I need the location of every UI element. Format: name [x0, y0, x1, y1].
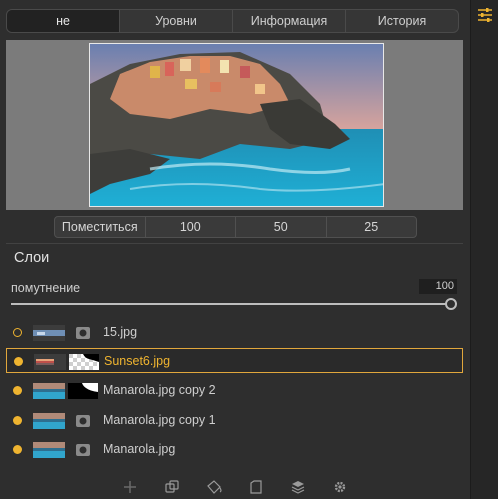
new-page-icon[interactable]: [245, 476, 267, 498]
layer-thumbnail: [33, 442, 65, 458]
layer-row[interactable]: Manarola.jpg: [6, 437, 463, 462]
settings-gear-icon[interactable]: [329, 476, 351, 498]
layers-toolbar: [6, 474, 463, 499]
layer-visibility-toggle[interactable]: [13, 328, 22, 337]
layers-stack-icon[interactable]: [287, 476, 309, 498]
adjustments-sliders-icon[interactable]: [477, 7, 493, 23]
zoom-fit-button[interactable]: Поместиться: [55, 217, 145, 237]
layer-transparency-mask: [69, 354, 99, 370]
opacity-label: помутнение: [11, 281, 81, 295]
layer-name: Sunset6.jpg: [104, 354, 171, 368]
layer-thumbnail: [34, 354, 66, 370]
opacity-value-field[interactable]: 100: [419, 279, 457, 294]
tab-navigator[interactable]: не: [7, 10, 119, 32]
right-toolbar: [470, 0, 498, 499]
opacity-slider-track[interactable]: [11, 303, 448, 305]
zoom-level-selector: Поместиться 100 50 25: [54, 216, 417, 238]
zoom-25-button[interactable]: 25: [325, 217, 417, 237]
layer-thumbnail: [33, 325, 65, 341]
layer-row[interactable]: Manarola.jpg copy 2: [6, 378, 463, 403]
layer-mask-icon: [68, 325, 98, 341]
layer-name: Manarola.jpg copy 1: [103, 413, 216, 427]
fill-icon[interactable]: [203, 476, 225, 498]
layer-name: Manarola.jpg copy 2: [103, 383, 216, 397]
duplicate-layer-icon[interactable]: [161, 476, 183, 498]
section-divider: [6, 243, 463, 244]
layer-row[interactable]: 15.jpg: [6, 320, 463, 345]
zoom-50-button[interactable]: 50: [235, 217, 326, 237]
layer-visibility-toggle[interactable]: [13, 416, 22, 425]
layer-row[interactable]: Manarola.jpg copy 1: [6, 408, 463, 433]
tab-history[interactable]: История: [345, 10, 458, 32]
layer-mask-icon: [68, 413, 98, 429]
layer-row[interactable]: Sunset6.jpg: [6, 348, 463, 373]
layer-mask-icon: [68, 442, 98, 458]
layer-mask-thumbnail: [68, 383, 98, 399]
add-layer-icon[interactable]: [119, 476, 141, 498]
layer-visibility-toggle[interactable]: [13, 445, 22, 454]
tab-levels[interactable]: Уровни: [119, 10, 232, 32]
layer-name: 15.jpg: [103, 325, 138, 339]
panel-tabs: не Уровни Информация История: [6, 9, 459, 33]
layers-panel: не Уровни Информация История Поместиться…: [0, 0, 470, 499]
layers-title: Слои: [14, 250, 50, 266]
layer-name: Manarola.jpg: [103, 442, 176, 456]
preview-thumbnail[interactable]: [89, 43, 384, 207]
opacity-slider-handle[interactable]: [445, 298, 457, 310]
layer-visibility-toggle[interactable]: [13, 386, 22, 395]
zoom-100-button[interactable]: 100: [144, 217, 236, 237]
tab-info[interactable]: Информация: [232, 10, 345, 32]
layer-thumbnail: [33, 383, 65, 399]
layer-thumbnail: [33, 413, 65, 429]
navigator-preview: [6, 40, 463, 210]
layer-visibility-toggle[interactable]: [14, 357, 23, 366]
